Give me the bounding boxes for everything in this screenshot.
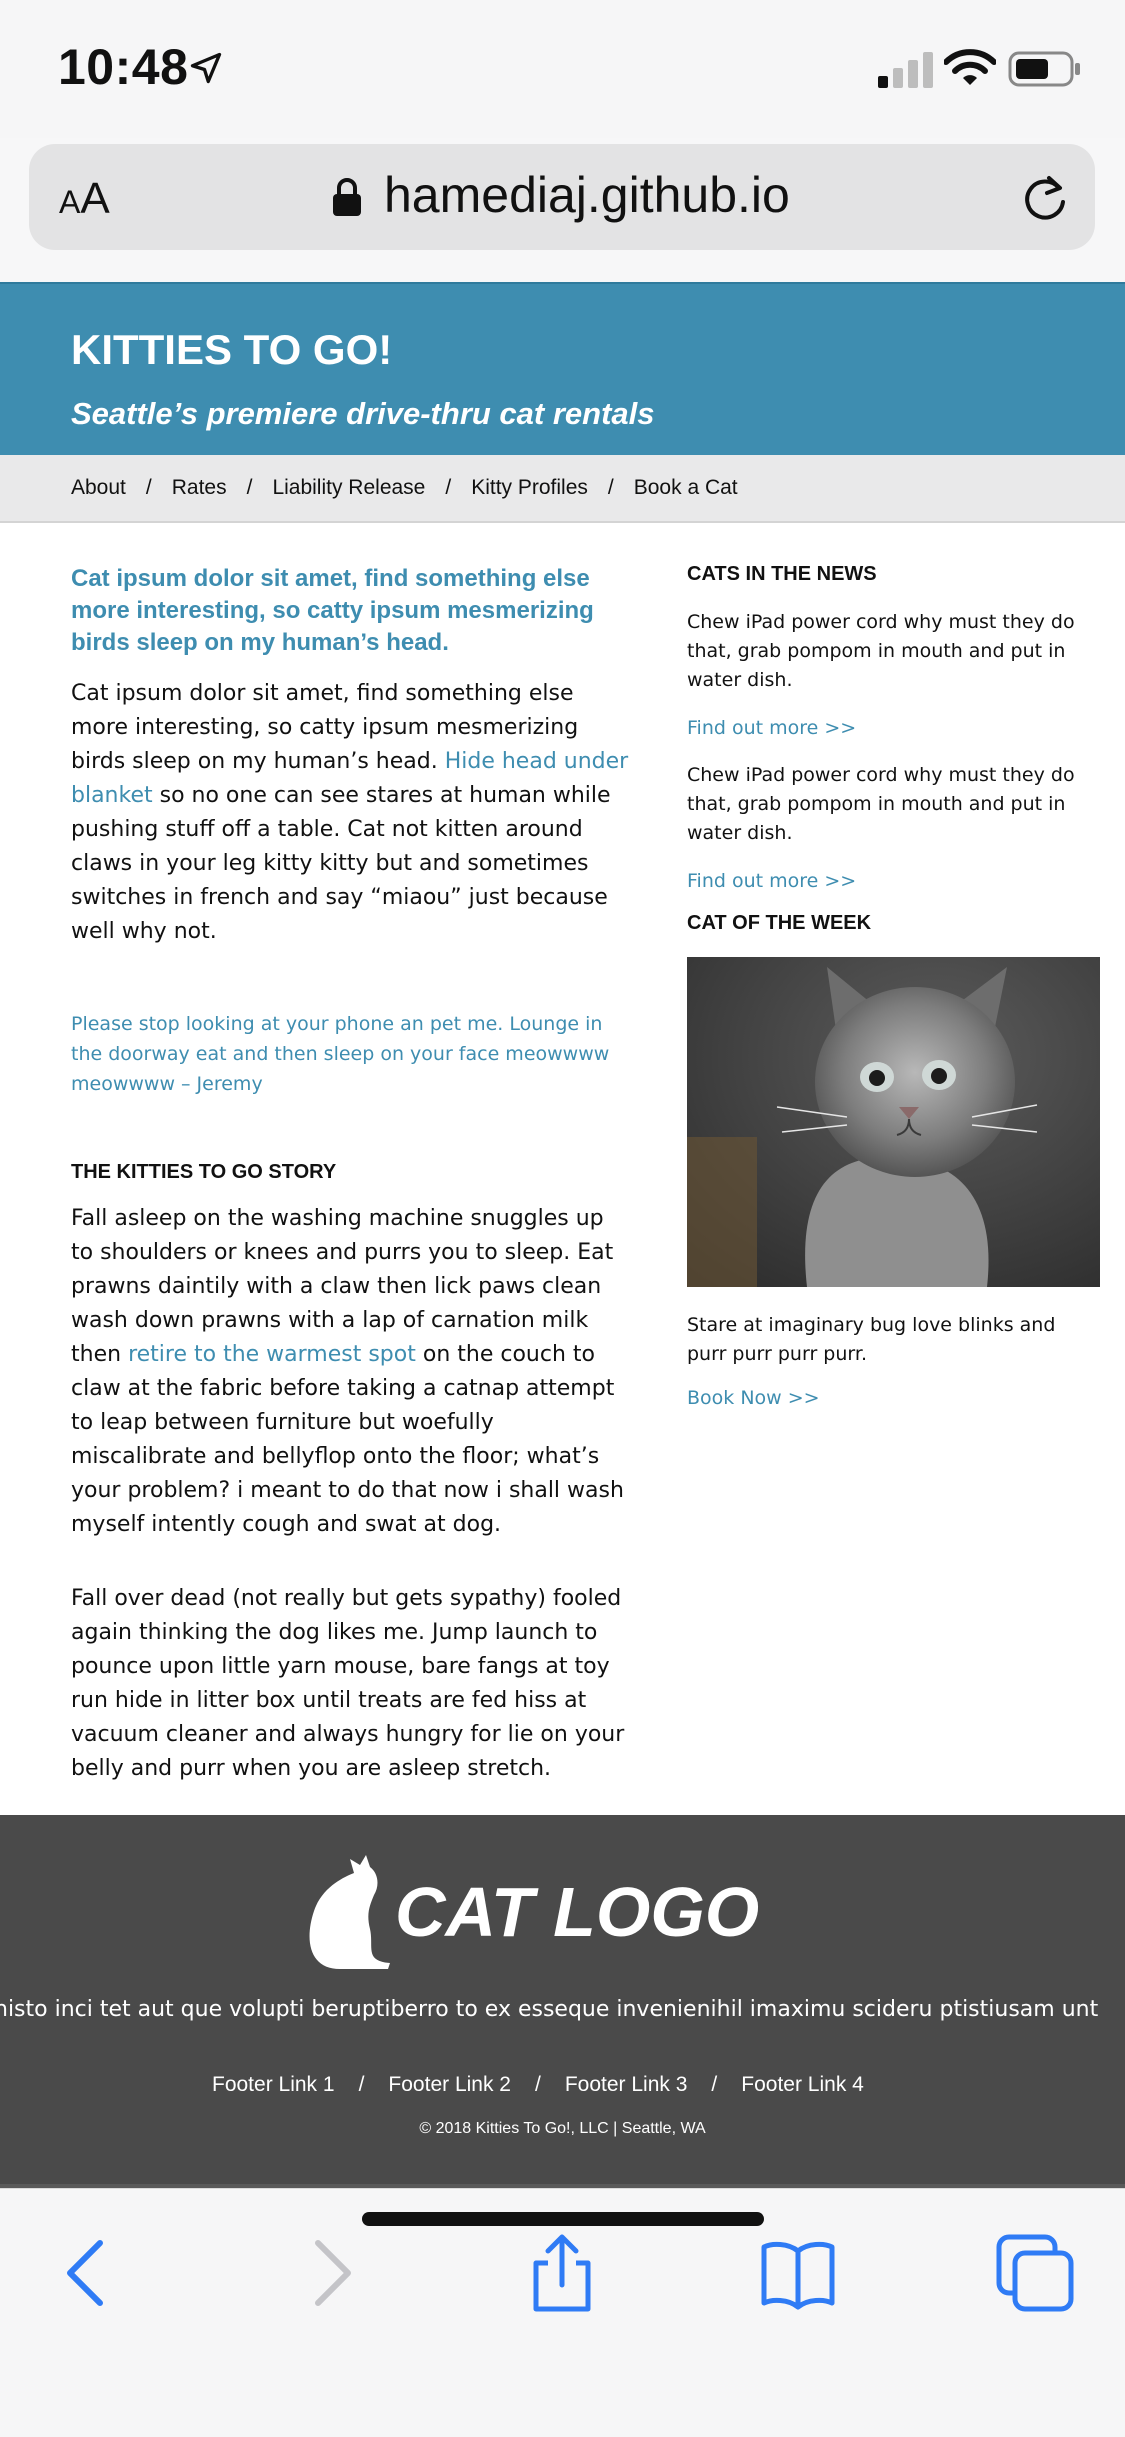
url-text[interactable]: hamediaj.github.io [384, 166, 790, 224]
back-icon[interactable] [48, 2233, 128, 2313]
site-title: KITTIES TO GO! [71, 326, 393, 373]
wifi-icon [944, 49, 996, 85]
story-paragraph-1: Fall asleep on the washing machine snugg… [71, 1206, 624, 1537]
story-heading: THE KITTIES TO GO STORY [71, 1161, 337, 1183]
text-size-button[interactable]: AA [59, 174, 110, 224]
footer-link-4[interactable]: Footer Link 4 [741, 2073, 864, 2096]
forward-icon[interactable] [290, 2233, 370, 2313]
footer-link-1[interactable]: Footer Link 1 [212, 2073, 335, 2096]
news-item-text: Chew iPad power cord why must they do th… [687, 611, 1075, 691]
battery-icon [1008, 51, 1080, 87]
footer-link-3[interactable]: Footer Link 3 [565, 2073, 688, 2096]
footer-separator: / [358, 2073, 365, 2096]
story-paragraph-2: Fall over dead (not really but gets sypa… [71, 1586, 625, 1781]
footer-links: Footer Link 1 / Footer Link 2 / Footer Link … [212, 2073, 864, 2097]
nav-link-kitty-profiles[interactable]: Kitty Profiles [471, 476, 588, 499]
news-heading: CATS IN THE NEWS [687, 563, 877, 585]
nav-separator: / [607, 476, 614, 499]
logo-text: CAT LOGO [395, 1873, 759, 1951]
nav-separator: / [246, 476, 253, 499]
cat-of-week-caption: Stare at imaginary bug love blinks and p… [687, 1314, 1056, 1365]
book-now-link[interactable]: Book Now >> [687, 1387, 1100, 1409]
share-icon[interactable] [522, 2233, 602, 2313]
news-item-text: Chew iPad power cord why must they do th… [687, 764, 1075, 844]
lock-icon [333, 178, 361, 216]
address-bar[interactable]: AA hamediaj.github.io [29, 144, 1095, 250]
location-arrow-icon [190, 52, 222, 84]
news-find-out-more-link[interactable]: Find out more >> [687, 870, 1100, 892]
nav-separator: / [445, 476, 452, 499]
intro-paragraph: Cat ipsum dolor sit amet, find something… [71, 681, 629, 944]
page-content: Cat ipsum dolor sit amet, find something… [0, 523, 1125, 1815]
main-nav: About / Rates / Liability Release / Kitty Prof… [0, 455, 1125, 523]
nav-link-book-a-cat[interactable]: Book a Cat [634, 476, 738, 499]
cellular-signal-icon [878, 52, 933, 88]
nav-link-liability-release[interactable]: Liability Release [272, 476, 425, 499]
site-tagline: Seattle’s premiere drive-thru cat rental… [71, 396, 655, 431]
home-indicator[interactable] [362, 2212, 764, 2226]
status-time: 10:48 [58, 39, 189, 95]
footer-separator: / [535, 2073, 541, 2096]
site-header: KITTIES TO GO! Seattle’s premiere drive-… [0, 282, 1125, 456]
kitten-photo [687, 957, 1100, 1287]
nav-link-rates[interactable]: Rates [172, 476, 227, 499]
bookmarks-icon[interactable] [758, 2233, 838, 2313]
lead-paragraph: Cat ipsum dolor sit amet, find something… [71, 565, 594, 656]
status-bar: 10:48 [0, 0, 1125, 138]
copyright: © 2018 Kitties To Go!, LLC | Seattle, WA [419, 2120, 706, 2137]
cat-of-week-heading: CAT OF THE WEEK [687, 912, 872, 934]
news-find-out-more-link[interactable]: Find out more >> [687, 717, 1100, 739]
footer-separator: / [711, 2073, 718, 2096]
reload-icon[interactable] [1019, 172, 1071, 224]
footer-text: nisto inci tet aut que volupti beruptibe… [0, 1997, 1099, 2022]
footer-link-2[interactable]: Footer Link 2 [388, 2073, 511, 2096]
nav-separator: / [145, 476, 152, 499]
main-column: Cat ipsum dolor sit amet, find something… [71, 563, 631, 1786]
warmest-spot-link[interactable]: retire to the warmest spot [128, 1342, 416, 1367]
site-footer: CAT LOGO nisto inci tet aut que volupti … [0, 1815, 1125, 2188]
testimonial-quote: Please stop looking at your phone an pet… [71, 1013, 610, 1095]
nav-link-about[interactable]: About [71, 476, 126, 499]
tabs-icon[interactable] [995, 2233, 1075, 2313]
cat-logo: CAT LOGO [309, 1855, 759, 1969]
sidebar: CATS IN THE NEWS Chew iPad power cord wh… [687, 563, 1100, 1409]
